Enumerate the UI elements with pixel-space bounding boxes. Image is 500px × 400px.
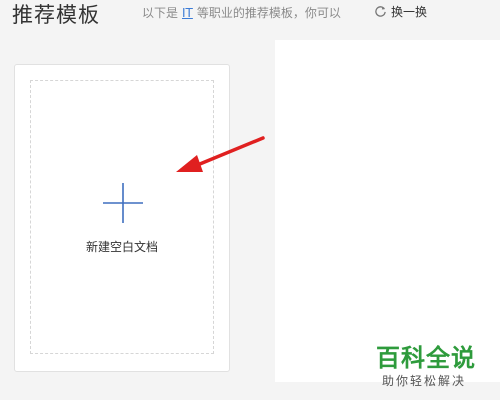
page-title: 推荐模板 — [12, 3, 100, 27]
plus-icon — [103, 183, 143, 223]
recommend-description: 以下是 IT 等职业的推荐模板，你可以 — [142, 4, 341, 21]
description-suffix: 等职业的推荐模板，你可以 — [196, 6, 341, 20]
refresh-icon — [375, 6, 386, 17]
description-prefix: 以下是 — [142, 6, 179, 20]
new-blank-document-label: 新建空白文档 — [85, 240, 158, 254]
swap-button[interactable]: 换一换 — [374, 3, 427, 20]
new-blank-document-button[interactable]: 新建空白文档 — [30, 80, 214, 354]
header: 推荐模板 以下是 IT 等职业的推荐模板，你可以 换一换 — [0, 0, 500, 34]
swap-label: 换一换 — [391, 5, 428, 19]
blank-document-card: 新建空白文档 — [14, 64, 230, 372]
template-preview-panel — [275, 40, 500, 382]
profession-link-it[interactable]: IT — [182, 6, 193, 20]
